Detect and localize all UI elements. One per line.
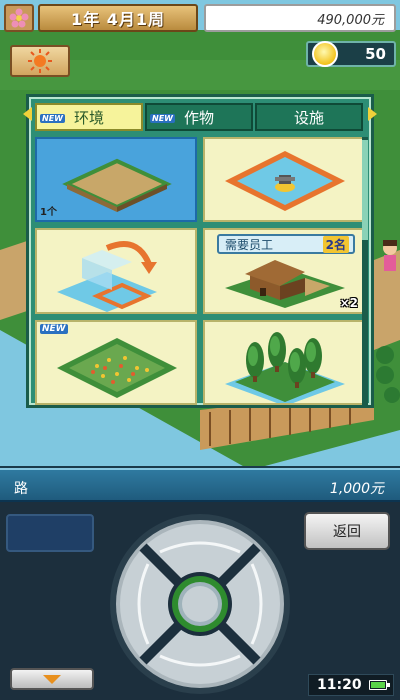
controller-panel: 返回 11:20 (0, 502, 400, 700)
pond-card[interactable] (203, 137, 365, 223)
build-menu: NEW 环境 NEW 作物 设施 1个 需要员工 2名 ×2 NEW (23, 94, 377, 408)
tree-grove-icon (225, 331, 345, 403)
battery-fill (371, 682, 385, 688)
tab-label: 作物 (183, 108, 214, 127)
tab-environment[interactable]: NEW 环境 (35, 103, 143, 131)
date-display: 1年 4月1周 (38, 4, 198, 32)
lightbulb-icon (312, 41, 338, 67)
new-badge: NEW (150, 114, 175, 123)
selected-item-strip: 路 1,000元 (0, 468, 400, 502)
sun-icon (28, 49, 52, 73)
tab-crops[interactable]: NEW 作物 (145, 103, 253, 131)
tree-grove-card[interactable] (203, 319, 365, 405)
flower-logo-icon (4, 4, 34, 32)
scroll-thumb[interactable] (362, 140, 368, 240)
item-grid: 1个 需要员工 2名 ×2 NEW (35, 137, 365, 405)
menu-scrollbar[interactable] (362, 137, 368, 405)
move-plot-icon (57, 241, 157, 312)
staff-required-count: 2名 (322, 235, 349, 253)
move-plot-card[interactable] (35, 228, 197, 314)
owned-count: 1个 (40, 207, 57, 219)
scroll-down-button[interactable] (10, 668, 94, 690)
tab-label: 环境 (73, 108, 104, 127)
idea-panel[interactable]: 50 (306, 41, 396, 67)
tab-prev-arrow-icon[interactable] (23, 107, 32, 121)
new-badge: NEW (40, 114, 65, 123)
weather-sign[interactable] (10, 45, 70, 77)
pond-icon (225, 151, 345, 211)
multiplier-badge: ×2 (339, 295, 358, 310)
down-arrow-icon (43, 674, 61, 684)
money-display: 490,000元 (204, 4, 396, 32)
tab-next-arrow-icon[interactable] (368, 107, 377, 121)
selected-item-name: 路 (14, 481, 28, 497)
category-tabs: NEW 环境 NEW 作物 设施 (35, 103, 365, 131)
back-button[interactable]: 返回 (304, 512, 390, 550)
tab-label: 设施 (293, 108, 324, 127)
idea-count: 50 (365, 45, 386, 63)
staff-required-banner: 需要员工 2名 (217, 234, 355, 255)
clock: 11:20 (308, 674, 394, 696)
road-plot-icon (62, 158, 172, 212)
empty-slot (6, 514, 94, 552)
dpad[interactable] (108, 512, 292, 696)
tab-facilities[interactable]: 设施 (255, 103, 363, 131)
clock-time: 11:20 (317, 677, 362, 693)
flower-bed-card[interactable]: NEW (35, 319, 197, 405)
flower-bed-icon (57, 337, 177, 398)
selected-item-price: 1,000元 (329, 481, 384, 497)
staff-required-label: 需要员工 (225, 237, 274, 252)
battery-nub (387, 683, 390, 687)
road-plot-card[interactable]: 1个 (35, 137, 197, 223)
top-bar: 1年 4月1周 490,000元 (0, 0, 400, 36)
farm-house-card[interactable]: 需要员工 2名 ×2 (203, 228, 365, 314)
battery-icon (369, 680, 390, 690)
